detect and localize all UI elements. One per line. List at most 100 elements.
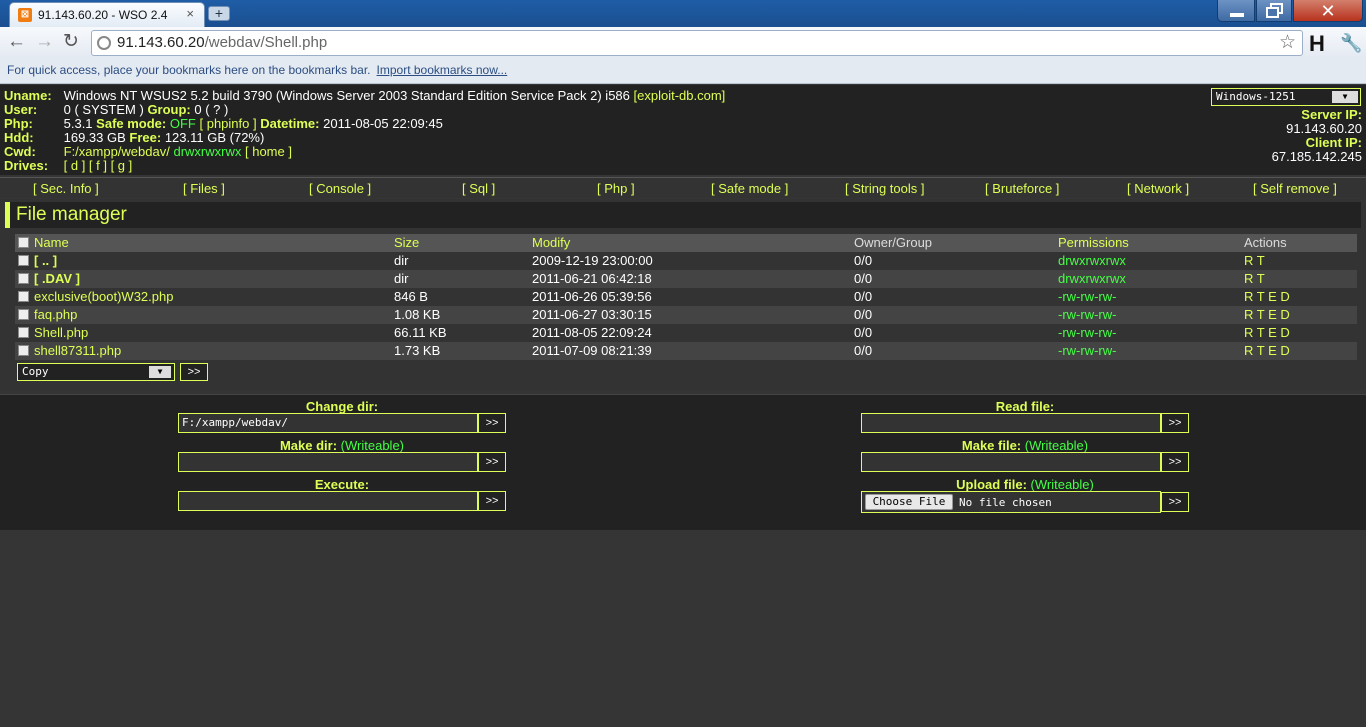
read-file-go-button[interactable]: >> <box>1161 413 1189 433</box>
file-permissions[interactable]: -rw-rw-rw- <box>1058 324 1116 342</box>
bulk-action-select[interactable]: Copy ▼ <box>17 363 175 381</box>
menu-network[interactable]: [ Network ] <box>1127 181 1189 196</box>
restore-button[interactable] <box>1256 0 1292 22</box>
reload-icon[interactable]: ↻ <box>63 32 79 52</box>
back-arrow-icon[interactable]: ← <box>7 32 26 52</box>
xampp-favicon-icon: ⊠ <box>18 8 32 22</box>
change-dir-go-button[interactable]: >> <box>478 413 506 433</box>
change-dir-input[interactable]: F:/xampp/webdav/ <box>178 413 478 433</box>
row-checkbox[interactable] <box>18 345 29 356</box>
menu-sec-info[interactable]: [ Sec. Info ] <box>33 181 99 196</box>
file-actions[interactable]: R T <box>1244 252 1265 270</box>
menu-console[interactable]: [ Console ] <box>309 181 371 196</box>
file-owner: 0/0 <box>854 325 873 340</box>
execute-input[interactable] <box>178 491 478 511</box>
bookmark-star-icon[interactable]: ☆ <box>1279 31 1296 55</box>
tab-close-icon[interactable]: × <box>186 6 194 21</box>
column-name[interactable]: Name <box>34 234 69 252</box>
address-bar[interactable]: 91.143.60.20/webdav/Shell.php ☆ <box>91 30 1303 56</box>
file-name-link[interactable]: Shell.php <box>34 324 88 342</box>
phpinfo-link[interactable]: [ phpinfo ] <box>200 116 257 131</box>
menu-php[interactable]: [ Php ] <box>597 181 635 196</box>
upload-file-label: Upload file: (Writeable) <box>956 477 1094 492</box>
group-value: 0 ( ? ) <box>194 102 229 117</box>
column-size[interactable]: Size <box>394 234 419 252</box>
safe-mode-value: OFF <box>169 116 196 131</box>
file-permissions[interactable]: -rw-rw-rw- <box>1058 342 1116 360</box>
file-permissions[interactable]: -rw-rw-rw- <box>1058 306 1116 324</box>
file-permissions[interactable]: drwxrwxrwx <box>1058 270 1126 288</box>
file-permissions[interactable]: drwxrwxrwx <box>1058 252 1126 270</box>
execute-go-button[interactable]: >> <box>478 491 506 511</box>
charset-select[interactable]: Windows-1251 ▼ <box>1211 88 1361 106</box>
browser-tab[interactable]: ⊠ 91.143.60.20 - WSO 2.4 × <box>9 2 205 27</box>
menu-string-tools[interactable]: [ String tools ] <box>845 181 924 196</box>
file-actions[interactable]: R T E D <box>1244 342 1290 360</box>
column-modify[interactable]: Modify <box>532 234 570 252</box>
home-link[interactable]: [ home ] <box>245 144 292 159</box>
file-name-link[interactable]: shell87311.php <box>34 342 121 360</box>
make-dir-input[interactable] <box>178 452 478 472</box>
table-row: shell87311.php 1.73 KB 2011-07-09 08:21:… <box>15 342 1357 360</box>
menu-bruteforce[interactable]: [ Bruteforce ] <box>985 181 1059 196</box>
column-owner-group: Owner/Group <box>854 235 933 250</box>
make-file-go-button[interactable]: >> <box>1161 452 1189 472</box>
row-checkbox[interactable] <box>18 291 29 302</box>
menu-sql[interactable]: [ Sql ] <box>462 181 495 196</box>
minimize-button[interactable] <box>1217 0 1255 22</box>
drives-links[interactable]: [ d ] [ f ] [ g ] <box>64 158 133 173</box>
file-modify: 2011-06-26 05:39:56 <box>532 289 652 304</box>
cwd-path-link[interactable]: F:/xampp/webdav/ <box>64 144 170 159</box>
make-dir-writeable: (Writeable) <box>340 438 405 453</box>
no-file-chosen-text: No file chosen <box>959 496 1052 509</box>
make-file-input[interactable] <box>861 452 1161 472</box>
free-value: 123.11 GB (72%) <box>164 130 265 145</box>
close-window-button[interactable]: ✕ <box>1293 0 1363 22</box>
php-version: 5.3.1 <box>63 116 93 131</box>
file-name-link[interactable]: faq.php <box>34 306 77 324</box>
url-host: 91.143.60.20 <box>117 34 205 51</box>
file-actions[interactable]: R T E D <box>1244 306 1290 324</box>
new-tab-button[interactable]: + <box>208 6 230 21</box>
upload-file-go-button[interactable]: >> <box>1161 492 1189 512</box>
import-bookmarks-link[interactable]: Import bookmarks now... <box>377 63 508 77</box>
forward-arrow-icon[interactable]: → <box>35 32 54 52</box>
make-dir-go-button[interactable]: >> <box>478 452 506 472</box>
server-ip-label: Server IP: <box>1301 107 1362 122</box>
file-name-link[interactable]: exclusive(boot)W32.php <box>34 288 173 306</box>
file-name-link[interactable]: [ .. ] <box>34 252 57 270</box>
wrench-menu-icon[interactable]: 🔧 <box>1340 33 1362 54</box>
choose-file-button[interactable]: Choose File <box>865 494 953 510</box>
menu-safe-mode[interactable]: [ Safe mode ] <box>711 181 788 196</box>
file-actions[interactable]: R T E D <box>1244 324 1290 342</box>
exploit-db-link[interactable]: [exploit-db.com] <box>634 88 726 103</box>
file-actions[interactable]: R T <box>1244 270 1265 288</box>
column-permissions[interactable]: Permissions <box>1058 234 1129 252</box>
client-ip-value: 67.185.142.245 <box>1271 149 1362 164</box>
datetime-value: 2011-08-05 22:09:45 <box>323 116 443 131</box>
table-row: Shell.php 66.11 KB 2011-08-05 22:09:24 0… <box>15 324 1357 342</box>
read-file-input[interactable] <box>861 413 1161 433</box>
menu-self-remove[interactable]: [ Self remove ] <box>1253 181 1337 196</box>
hdd-value: 169.33 GB <box>63 130 126 145</box>
tools-panel: Change dir: F:/xampp/webdav/ >> Make dir… <box>0 394 1366 530</box>
row-checkbox[interactable] <box>18 327 29 338</box>
minimize-icon <box>1230 13 1244 17</box>
file-permissions[interactable]: -rw-rw-rw- <box>1058 288 1116 306</box>
row-checkbox[interactable] <box>18 273 29 284</box>
upload-file-input: Choose File No file chosen <box>861 491 1161 513</box>
row-checkbox[interactable] <box>18 309 29 320</box>
file-name-link[interactable]: [ .DAV ] <box>34 270 80 288</box>
table-row: exclusive(boot)W32.php 846 B 2011-06-26 … <box>15 288 1357 306</box>
read-file-label: Read file: <box>995 399 1055 414</box>
extension-h-button[interactable]: H <box>1309 31 1325 57</box>
menu-files[interactable]: [ Files ] <box>183 181 225 196</box>
close-icon: ✕ <box>1320 1 1336 21</box>
bulk-action-go-button[interactable]: >> <box>180 363 208 381</box>
uname-label: Uname: <box>4 88 52 103</box>
file-actions[interactable]: R T E D <box>1244 288 1290 306</box>
info-header: Uname: Windows NT WSUS2 5.2 build 3790 (… <box>0 85 1366 175</box>
select-all-checkbox[interactable] <box>18 237 29 248</box>
row-checkbox[interactable] <box>18 255 29 266</box>
make-file-writeable: (Writeable) <box>1024 438 1089 453</box>
